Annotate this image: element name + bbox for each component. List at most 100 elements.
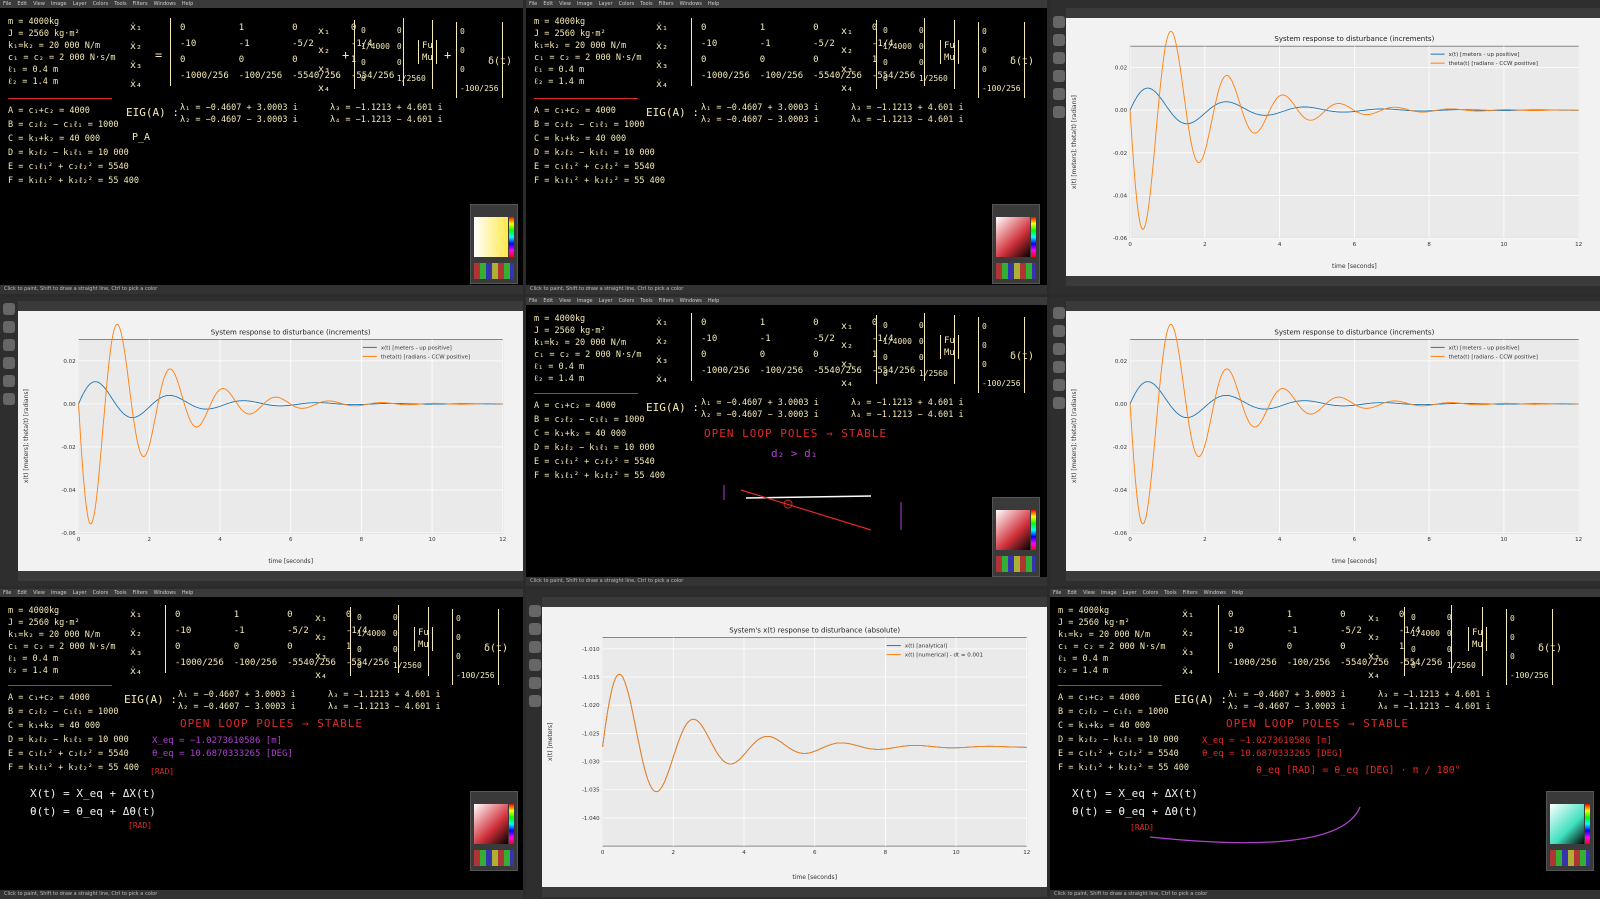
legend-label: theta(t) [radians - CCW positive] <box>381 354 470 360</box>
chart-title: System response to disturbance (incremen… <box>211 328 371 336</box>
status-bar: Click to paint, Shift to draw a straight… <box>1050 890 1600 899</box>
x-tick-label: 10 <box>1500 537 1507 543</box>
menubar[interactable]: File Edit View Image Layer Colors Tools Filters… <box>0 0 523 8</box>
menubar[interactable]: File Edit View Image Layer Colors Tools Filters… <box>526 0 1047 8</box>
y-tick-label: 0.02 <box>1115 65 1127 71</box>
y-tick-label: -1.020 <box>582 703 600 709</box>
x-tick-label: 8 <box>1427 242 1431 248</box>
y-tick-label: 0.00 <box>1115 402 1128 408</box>
color-palette[interactable] <box>992 204 1040 284</box>
y-tick-label: -0.04 <box>1113 488 1128 494</box>
figure-toolbar[interactable] <box>1066 571 1600 581</box>
menu-filters[interactable]: Filters <box>659 1 674 7</box>
menu-help[interactable]: Help <box>182 1 193 7</box>
menu-layer[interactable]: Layer <box>599 1 613 7</box>
u-vector: Fu Mu <box>418 40 437 64</box>
menubar[interactable]: File Edit View Image Layer Colors Tools Filters… <box>1050 589 1600 597</box>
x-tick-label: 10 <box>953 850 960 856</box>
app-dock[interactable] <box>0 297 18 577</box>
menubar[interactable]: File Edit View Image Layer Colors Tools Filters… <box>0 589 523 597</box>
params-block: m = 4000kg J = 2560 kg·m² k₁=k₂ = 20 000 N… <box>8 17 116 87</box>
menu-filters[interactable]: Filters <box>133 1 148 7</box>
y-tick-label: -0.04 <box>61 488 76 494</box>
figure-window[interactable]: System response to disturbance (incremen… <box>1066 301 1600 581</box>
status-bar: Click to paint, Shift to draw a straight… <box>526 577 1047 586</box>
canvas[interactable]: m = 4000kg J = 2560 kg·m² k₁=k₂ = 20 000 N… <box>1050 597 1600 890</box>
menu-edit[interactable]: Edit <box>543 1 553 7</box>
y-tick-label: 0.02 <box>1115 359 1127 365</box>
legend-label: x(t) [meters - up positive] <box>1449 52 1520 58</box>
menu-layer[interactable]: Layer <box>73 1 87 7</box>
y-tick-label: -1.015 <box>582 675 600 681</box>
tile-8-plot: System's x(t) response to disturbance (a… <box>526 589 1047 899</box>
chart-title: System's x(t) response to disturbance (a… <box>729 627 900 635</box>
eig-values-left: λ₁ = −0.4607 + 3.0003 i λ₂ = −0.4607 − 3.… <box>180 103 298 125</box>
menu-file[interactable]: File <box>3 1 11 7</box>
x-tick-label: 4 <box>742 850 746 856</box>
chart-increments: System response to disturbance (incremen… <box>23 323 506 565</box>
x-tick-label: 10 <box>1500 242 1507 248</box>
state-derivative-vector: ẋ₁ ẋ₂ ẋ₃ ẋ₄ <box>130 22 143 90</box>
x-tick-label: 6 <box>1353 537 1357 543</box>
x-tick-label: 0 <box>77 537 81 543</box>
menu-colors[interactable]: Colors <box>93 1 109 7</box>
menu-image[interactable]: Image <box>51 1 67 7</box>
y-tick-label: -0.06 <box>1113 531 1128 537</box>
canvas[interactable]: m = 4000kg J = 2560 kg·m² k₁=k₂ = 20 000 N… <box>526 8 1047 285</box>
x-tick-label: 4 <box>1278 537 1282 543</box>
color-palette[interactable] <box>470 791 518 871</box>
y-tick-label: 0.02 <box>63 359 75 365</box>
y-tick-label: -1.035 <box>582 788 600 794</box>
color-palette[interactable] <box>470 204 518 284</box>
stable-note: OPEN LOOP POLES → STABLE <box>704 427 887 440</box>
figure-window[interactable]: System response to disturbance (incremen… <box>1066 8 1600 286</box>
menu-file[interactable]: File <box>529 1 537 7</box>
x-tick-label: 8 <box>884 850 888 856</box>
menu-windows[interactable]: Windows <box>154 1 176 7</box>
x-axis-label: time [seconds] <box>792 874 837 881</box>
menu-view[interactable]: View <box>559 1 571 7</box>
y-axis-label: x(t) [meters]; theta(t) [radians] <box>1071 95 1078 189</box>
legend-label: x(t) [meters - up positive] <box>1449 345 1520 351</box>
x-tick-label: 6 <box>813 850 817 856</box>
tile-5-whiteboard: File Edit View Image Layer Colors Tools Filters… <box>526 297 1047 586</box>
status-bar: Click to paint, Shift to draw a straight… <box>526 285 1047 294</box>
color-palette[interactable] <box>1546 791 1594 871</box>
menu-windows[interactable]: Windows <box>680 1 702 7</box>
eig-label: EIG(A) : <box>126 106 179 119</box>
tile-7-whiteboard: File Edit View Image Layer Colors Tools Filters… <box>0 589 523 899</box>
menu-image[interactable]: Image <box>577 1 593 7</box>
menu-tools[interactable]: Tools <box>640 1 652 7</box>
x-axis-label: time [seconds] <box>268 558 313 565</box>
menu-view[interactable]: View <box>33 1 45 7</box>
tile-2-whiteboard: File Edit View Image Layer Colors Tools Filters… <box>526 0 1047 294</box>
legend-label: x(t) [analytical] <box>905 644 947 650</box>
canvas[interactable]: m = 4000kg J = 2560 kg·m² k₁=k₂ = 20 000 N… <box>526 305 1047 577</box>
tile-4-plot: System response to disturbance (incremen… <box>0 297 523 586</box>
y-tick-label: -0.02 <box>1113 151 1127 157</box>
figure-window[interactable]: System response to disturbance (incremen… <box>18 301 523 581</box>
defs-block: A = c₁+c₂ = 4000 B = c₂ℓ₂ − c₁ℓ₁ = 1000 C … <box>8 106 139 186</box>
figure-toolbar[interactable] <box>542 887 1047 897</box>
linearization-eqs: X(t) = X_eq + ΔX(t) θ(t) = θ_eq + Δθ(t) <box>30 787 156 818</box>
y-tick-label: -0.06 <box>61 531 76 537</box>
x-tick-label: 8 <box>1427 537 1431 543</box>
x-tick-label: 12 <box>1575 537 1582 543</box>
figure-toolbar[interactable] <box>1066 276 1600 286</box>
menu-edit[interactable]: Edit <box>17 1 27 7</box>
menu-colors[interactable]: Colors <box>619 1 635 7</box>
menu-help[interactable]: Help <box>708 1 719 7</box>
figure-toolbar[interactable] <box>18 571 523 581</box>
legend-label: x(t) [numerical] - dt = 0.001 <box>905 653 983 659</box>
x-tick-label: 4 <box>1278 242 1282 248</box>
color-palette[interactable] <box>992 497 1040 577</box>
canvas[interactable]: m = 4000kg J = 2560 kg·m² k₁=k₂ = 20 000 N… <box>0 8 523 285</box>
beam-sketch <box>723 485 902 531</box>
figure-window[interactable]: System's x(t) response to disturbance (a… <box>542 597 1047 897</box>
chart-title: System response to disturbance (incremen… <box>1274 328 1434 336</box>
divider-line <box>8 98 112 99</box>
x-tick-label: 4 <box>218 537 222 543</box>
canvas[interactable]: m = 4000kg J = 2560 kg·m² k₁=k₂ = 20 000 N… <box>0 597 523 890</box>
menubar[interactable]: File Edit View Image Layer Colors Tools Filters… <box>526 297 1047 305</box>
menu-tools[interactable]: Tools <box>114 1 126 7</box>
